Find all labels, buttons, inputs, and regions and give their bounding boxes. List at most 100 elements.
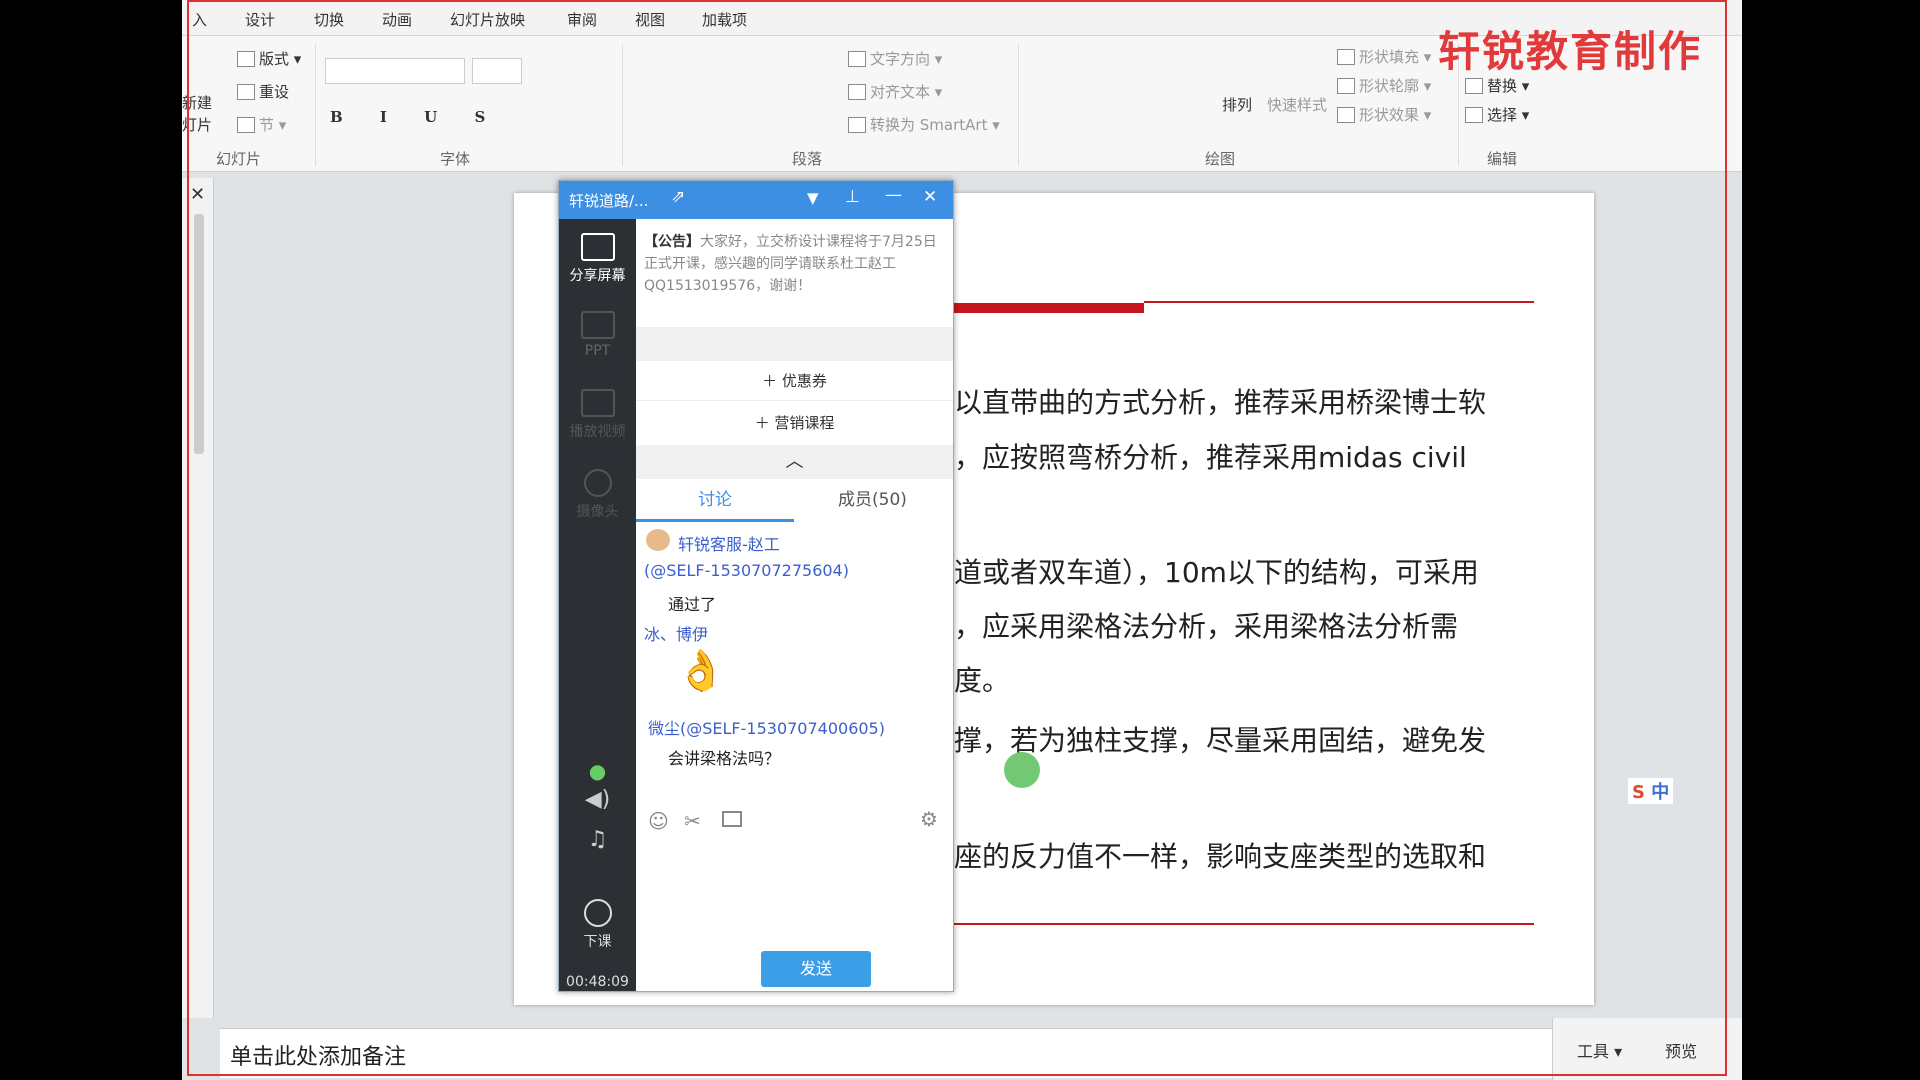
shapes-gallery[interactable]: [1025, 44, 1185, 124]
message-text: 通过了: [668, 595, 717, 614]
align-text-icon: [848, 84, 866, 100]
image-icon[interactable]: [722, 811, 742, 827]
slide-text-line: ，应按照弯桥分析，推荐采用midas civil: [954, 441, 1467, 474]
title-accent-bar: [954, 303, 1144, 313]
avatar: [646, 529, 670, 551]
stopwatch-icon: [583, 899, 612, 927]
speaker-icon[interactable]: ◀): [559, 787, 636, 812]
text-direction-button[interactable]: 文字方向 ▾: [848, 48, 942, 69]
align-text-button[interactable]: 对齐文本 ▾: [848, 81, 942, 102]
slide-text-line: ，应采用梁格法分析，采用梁格法分析需: [954, 610, 1459, 643]
title-rule: [1144, 301, 1534, 303]
gear-icon[interactable]: ⚙: [920, 807, 938, 831]
tab-addins[interactable]: 加载项: [702, 9, 747, 30]
collapse-chevron-icon[interactable]: ︿: [636, 445, 953, 479]
tab-design[interactable]: 设计: [245, 9, 275, 30]
slide-text-line: 撑，若为独柱支撑，尽量采用固结，避免发: [954, 724, 1487, 757]
pane-scrollbar[interactable]: [194, 214, 204, 454]
camera-icon: [583, 469, 612, 497]
scissors-icon[interactable]: ✂: [684, 809, 701, 833]
minimize-icon[interactable]: —: [885, 185, 902, 205]
status-area: 工具 ▾ 预览: [1552, 1018, 1742, 1080]
share-link-icon[interactable]: ⇗: [671, 187, 685, 207]
tab-animations[interactable]: 动画: [382, 9, 412, 30]
send-button[interactable]: 发送: [761, 951, 871, 987]
text-direction-icon: [848, 51, 866, 67]
slide-text-line: 以直带曲的方式分析，推荐采用桥梁博士软: [954, 386, 1487, 419]
coupon-button[interactable]: ＋ 优惠券: [636, 361, 953, 401]
ppt-icon: [580, 311, 615, 339]
tab-review[interactable]: 审阅: [567, 9, 597, 30]
cursor-highlight: [1004, 752, 1040, 788]
footer-rule: [954, 923, 1534, 925]
panel-title: 轩锐道路/...: [569, 192, 649, 210]
group-label-drawing: 绘图: [1205, 150, 1236, 168]
slide-text-line: 道或者双车道），10m以下的结构，可采用: [954, 556, 1479, 589]
font-name-dropdown[interactable]: [325, 58, 465, 84]
shape-outline-icon: [1337, 78, 1355, 94]
shape-fill-icon: [1337, 49, 1355, 65]
reset-button[interactable]: 重设: [237, 81, 289, 102]
shape-outline-button[interactable]: 形状轮廓 ▾: [1337, 75, 1431, 96]
ppt-button[interactable]: PPT: [559, 311, 636, 359]
mic-icon[interactable]: ●: [559, 759, 636, 783]
preview-button[interactable]: 预览: [1665, 1038, 1697, 1062]
select-icon: [1465, 107, 1483, 123]
notes-pane[interactable]: 单击此处添加备注: [220, 1028, 1553, 1078]
marketing-course-button[interactable]: ＋ 营销课程: [636, 403, 953, 443]
close-icon[interactable]: ✕: [923, 187, 937, 207]
select-button[interactable]: 选择 ▾: [1465, 104, 1529, 125]
replace-icon: [1465, 78, 1483, 94]
dropdown-icon[interactable]: ▼: [807, 189, 819, 207]
shape-effects-icon: [1337, 107, 1355, 123]
play-video-button[interactable]: 播放视频: [559, 389, 636, 441]
camera-button[interactable]: 摄像头: [559, 469, 636, 521]
emoji-icon[interactable]: ☺: [648, 809, 669, 833]
new-slide-button[interactable]: 新建 灯片: [182, 92, 212, 136]
announcement: 【公告】大家好，立交桥设计课程将于7月25日正式开课，感兴趣的同学请联系杜工赵工…: [644, 234, 937, 294]
arrange-button[interactable]: 排列: [1222, 94, 1252, 115]
group-label-paragraph: 段落: [792, 150, 823, 168]
tab-view[interactable]: 视图: [635, 9, 665, 30]
share-screen-button[interactable]: 分享屏幕: [559, 233, 636, 285]
tab-insert[interactable]: 入: [192, 9, 207, 30]
tab-discussion[interactable]: 讨论: [698, 485, 732, 510]
collapse-bar[interactable]: [636, 327, 953, 361]
ime-indicator[interactable]: S 中: [1628, 778, 1674, 804]
brand-watermark: 轩锐教育制作: [1437, 27, 1702, 76]
tab-members[interactable]: 成员(50): [838, 485, 907, 510]
tab-transitions[interactable]: 切换: [314, 9, 344, 30]
end-class-button[interactable]: 下课: [559, 899, 636, 951]
close-pane-icon[interactable]: ✕: [190, 184, 205, 205]
message-text: 会讲梁格法吗？: [668, 749, 781, 768]
music-icon[interactable]: ♫: [559, 827, 636, 852]
section-button[interactable]: 节 ▾: [237, 114, 286, 135]
shape-fill-button[interactable]: 形状填充 ▾: [1337, 46, 1431, 67]
class-timer: 00:48:09: [566, 974, 629, 990]
play-video-icon: [580, 389, 615, 417]
panel-header: 轩锐道路/... ⇗ ▼ ⊥ — ✕: [559, 181, 953, 219]
section-icon: [237, 117, 255, 133]
smartart-button[interactable]: 转换为 SmartArt ▾: [848, 114, 1000, 135]
quick-styles-button[interactable]: 快速样式: [1267, 94, 1327, 115]
message-sender[interactable]: 冰、博伊: [644, 621, 708, 645]
message-sender[interactable]: 微尘(@SELF-1530707400605): [648, 715, 885, 739]
group-label-editing: 编辑: [1487, 150, 1518, 168]
slide-text-line: 座的反力值不一样，影响支座类型的选取和: [954, 840, 1487, 873]
font-size-dropdown[interactable]: [472, 58, 522, 84]
layout-icon: [237, 51, 255, 67]
message-input[interactable]: [636, 837, 953, 947]
font-format-buttons[interactable]: B I U S: [330, 108, 501, 126]
pin-icon[interactable]: ⊥: [845, 187, 860, 207]
tab-slideshow[interactable]: 幻灯片放映: [450, 9, 525, 30]
active-tab-indicator: [636, 519, 794, 522]
chat-main: 【公告】大家好，立交桥设计课程将于7月25日正式开课，感兴趣的同学请联系杜工赵工…: [636, 219, 953, 991]
slide-thumbnail-pane[interactable]: ✕: [182, 178, 214, 1018]
shape-effects-button[interactable]: 形状效果 ▾: [1337, 104, 1431, 125]
layout-button[interactable]: 版式 ▾: [237, 48, 301, 69]
ok-hand-emoji: 👌: [676, 648, 726, 694]
group-label-font: 字体: [440, 150, 471, 168]
message-sender[interactable]: 轩锐客服-赵工: [678, 531, 780, 555]
live-class-panel: 轩锐道路/... ⇗ ▼ ⊥ — ✕ 分享屏幕 PPT 播放视频 摄像头 ● ◀…: [558, 180, 954, 992]
tools-button[interactable]: 工具 ▾: [1577, 1038, 1622, 1062]
